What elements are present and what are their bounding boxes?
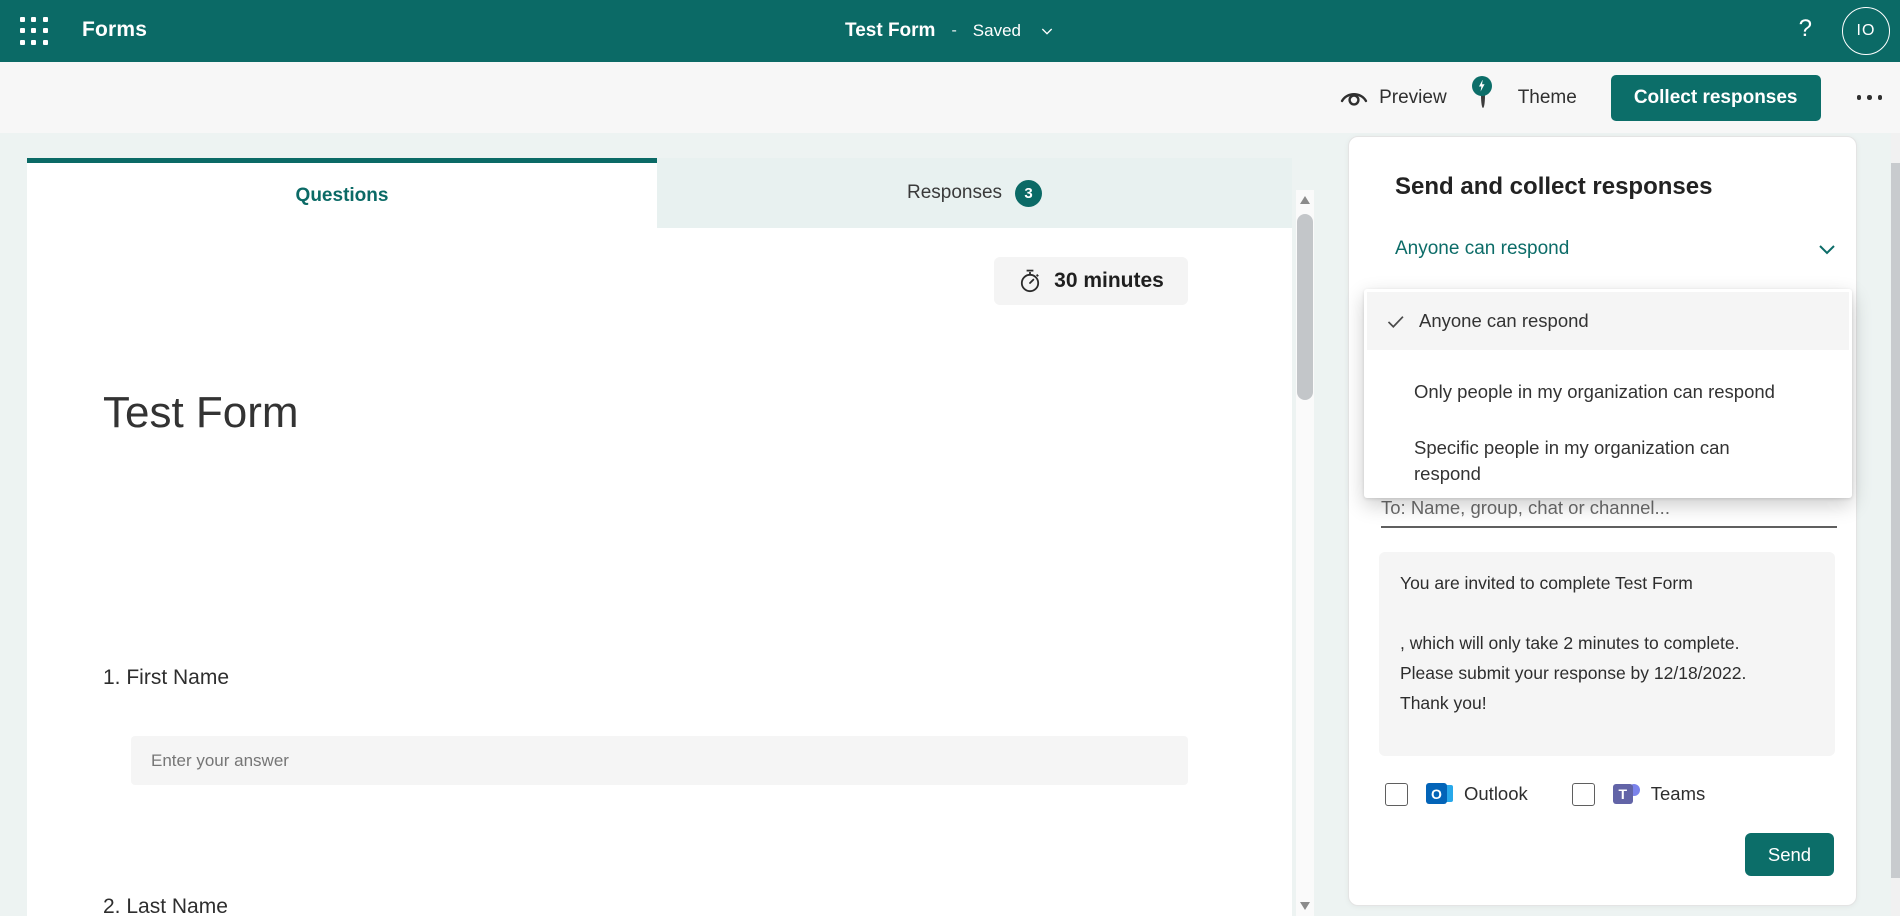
- document-title-group[interactable]: Test Form - Saved: [845, 0, 1055, 62]
- send-collect-panel: Send and collect responses Anyone can re…: [1348, 136, 1857, 906]
- page-scrollbar-thumb[interactable]: [1891, 163, 1900, 878]
- forms-app-window: Forms Test Form - Saved ? IO Preview The…: [0, 0, 1900, 916]
- permission-selected-value: Anyone can respond: [1395, 238, 1569, 260]
- form-toolbar: Preview Theme Collect responses: [0, 62, 1900, 133]
- document-title: Test Form: [845, 20, 935, 42]
- tab-responses-label: Responses: [907, 182, 1002, 204]
- theme-palette-icon: [1481, 85, 1507, 111]
- content-scrollbar-thumb[interactable]: [1297, 214, 1313, 400]
- permission-dropdown[interactable]: Anyone can respond: [1395, 237, 1839, 261]
- invite-message-box[interactable]: You are invited to complete Test Form , …: [1379, 552, 1835, 756]
- save-status: Saved: [973, 21, 1021, 41]
- app-launcher-icon[interactable]: [20, 17, 49, 46]
- question-1-label[interactable]: 1. First Name: [103, 666, 229, 690]
- form-editor-canvas: 30 minutes Test Form 1. First Name 2. La…: [27, 228, 1292, 916]
- content-scrollbar[interactable]: [1296, 190, 1314, 916]
- top-app-bar: Forms Test Form - Saved ? IO: [0, 0, 1900, 62]
- menu-option-label: Specific people in my organization can r…: [1414, 437, 1730, 484]
- page-scrollbar[interactable]: [1891, 133, 1900, 916]
- tab-questions-label: Questions: [296, 185, 389, 207]
- menu-option-label: Only people in my organization can respo…: [1414, 381, 1775, 402]
- preview-label: Preview: [1379, 87, 1447, 109]
- time-limit-label: 30 minutes: [1054, 269, 1164, 293]
- theme-new-badge-icon: [1472, 76, 1492, 96]
- permission-dropdown-menu: Anyone can respond Only people in my org…: [1364, 289, 1852, 498]
- menu-option-org-only[interactable]: Only people in my organization can respo…: [1414, 381, 1775, 403]
- recipients-input[interactable]: [1381, 497, 1837, 519]
- send-button[interactable]: Send: [1745, 833, 1834, 876]
- chevron-down-icon[interactable]: [1039, 23, 1055, 39]
- outlook-option: O Outlook: [1385, 782, 1528, 806]
- preview-button[interactable]: Preview: [1340, 87, 1447, 109]
- question-2-label[interactable]: 2. Last Name: [103, 895, 228, 916]
- scroll-up-arrow-icon[interactable]: [1300, 196, 1310, 204]
- tab-responses[interactable]: Responses 3: [657, 158, 1292, 228]
- outlook-icon: O: [1426, 782, 1453, 806]
- time-limit-chip: 30 minutes: [994, 257, 1188, 305]
- responses-count-badge: 3: [1015, 180, 1042, 207]
- outlook-checkbox[interactable]: [1385, 783, 1408, 806]
- more-options-icon[interactable]: [1855, 87, 1885, 108]
- lightning-bolt-icon: [1477, 80, 1486, 92]
- question-1-answer-input[interactable]: [131, 736, 1188, 785]
- recipients-field: [1381, 497, 1837, 528]
- menu-option-anyone[interactable]: Anyone can respond: [1367, 292, 1849, 350]
- outlook-label: Outlook: [1464, 783, 1528, 805]
- chevron-down-icon: [1815, 237, 1839, 261]
- teams-option: T Teams: [1572, 782, 1706, 806]
- stopwatch-icon: [1018, 268, 1042, 294]
- form-title[interactable]: Test Form: [103, 388, 299, 438]
- tab-questions[interactable]: Questions: [27, 158, 657, 228]
- account-avatar[interactable]: IO: [1842, 7, 1890, 55]
- theme-button[interactable]: Theme: [1481, 85, 1577, 111]
- teams-icon: T: [1613, 782, 1640, 806]
- eye-icon: [1340, 87, 1368, 109]
- menu-option-label: Anyone can respond: [1419, 310, 1589, 332]
- send-via-options: O Outlook T Teams: [1385, 782, 1705, 806]
- teams-checkbox[interactable]: [1572, 783, 1595, 806]
- teams-label: Teams: [1651, 783, 1706, 805]
- checkmark-icon: [1385, 311, 1406, 332]
- theme-label: Theme: [1518, 87, 1577, 109]
- title-separator: -: [951, 22, 956, 40]
- help-button[interactable]: ?: [1799, 15, 1812, 43]
- scroll-down-arrow-icon[interactable]: [1300, 902, 1310, 910]
- panel-title: Send and collect responses: [1395, 173, 1712, 201]
- collect-responses-button[interactable]: Collect responses: [1611, 75, 1821, 121]
- menu-option-specific-people[interactable]: Specific people in my organization can r…: [1414, 435, 1759, 487]
- app-name: Forms: [82, 18, 147, 42]
